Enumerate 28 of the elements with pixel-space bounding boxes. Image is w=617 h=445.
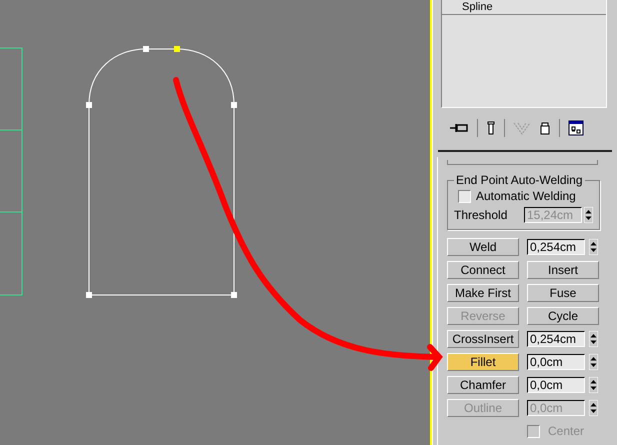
value-field[interactable]: 0,0cm xyxy=(527,354,585,370)
command-button[interactable]: Weld xyxy=(447,238,519,256)
bin-icon[interactable] xyxy=(539,121,551,136)
command-button[interactable]: Insert xyxy=(527,261,599,279)
command-button[interactable]: Cycle xyxy=(527,307,599,325)
spinner-arrows-icon[interactable] xyxy=(589,239,598,255)
spinner-arrows-icon[interactable] xyxy=(589,377,598,393)
checkbox[interactable] xyxy=(458,190,471,202)
command-button[interactable]: Make First xyxy=(447,284,519,302)
spinner-arrows-icon[interactable] xyxy=(589,354,598,370)
spinner-arrows-icon[interactable] xyxy=(584,207,593,223)
list-item[interactable]: Spline xyxy=(442,0,606,15)
stack-icon[interactable] xyxy=(486,121,496,136)
command-button[interactable]: Fillet xyxy=(447,353,519,371)
configure-icon[interactable] xyxy=(568,120,584,136)
checkbox-label: Center xyxy=(548,424,584,438)
command-button[interactable]: Fuse xyxy=(527,284,599,302)
value-field[interactable]: 0,254cm xyxy=(527,331,585,347)
threshold-label: Threshold xyxy=(454,208,508,222)
checkbox-label: Automatic Welding xyxy=(476,189,576,203)
value-field[interactable]: 0,0cm xyxy=(527,377,585,393)
value-field[interactable]: 0,254cm xyxy=(527,239,585,255)
command-button[interactable]: Chamfer xyxy=(447,376,519,394)
command-button[interactable]: CrossInsert xyxy=(447,330,519,348)
spinner-arrows-icon[interactable] xyxy=(589,331,598,347)
command-button[interactable]: Connect xyxy=(447,261,519,279)
spinner-arrows-icon[interactable] xyxy=(589,400,598,416)
group-title: End Point Auto-Welding xyxy=(455,173,584,187)
